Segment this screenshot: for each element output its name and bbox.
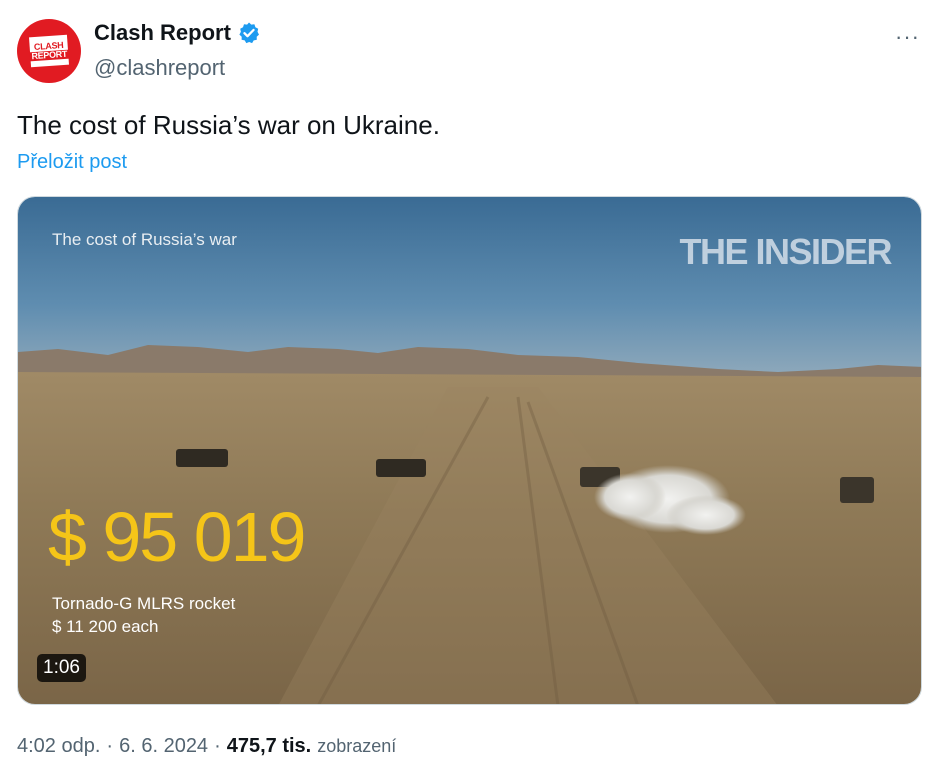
video-duration-badge: 1:06 xyxy=(37,654,86,682)
post-date[interactable]: 6. 6. 2024 xyxy=(119,735,208,758)
tweet: CLASH REPORT Clash Report @clashreport ·… xyxy=(0,0,942,778)
post-time[interactable]: 4:02 odp. xyxy=(17,735,100,758)
video-player[interactable]: The cost of Russia’s war THE INSIDER $ 9… xyxy=(17,196,922,705)
cost-value: $ 95 019 xyxy=(48,498,306,576)
avatar-text-bottom: REPORT xyxy=(29,48,70,62)
view-count[interactable]: 475,7 tis. xyxy=(227,735,312,758)
avatar[interactable]: CLASH REPORT xyxy=(17,19,81,83)
view-count-label: zobrazení xyxy=(317,736,397,756)
author-handle[interactable]: @clashreport xyxy=(94,55,225,81)
video-overlay-title: The cost of Russia’s war xyxy=(52,230,237,249)
meta-separator: · xyxy=(214,735,221,757)
more-options-icon[interactable]: ··· xyxy=(895,24,920,50)
tweet-meta: 4:02 odp. · 6. 6. 2024 · 475,7 tis. zobr… xyxy=(17,735,396,758)
tweet-text: The cost of Russia’s war on Ukraine. xyxy=(17,110,440,140)
author-display-name[interactable]: Clash Report xyxy=(94,20,231,46)
weapon-name: Tornado-G MLRS rocket xyxy=(52,594,236,613)
verified-badge-icon[interactable] xyxy=(237,21,261,45)
meta-separator: · xyxy=(106,735,114,757)
brand-watermark: THE INSIDER xyxy=(679,231,892,272)
avatar-logo: CLASH REPORT xyxy=(28,34,70,68)
translate-post-link[interactable]: Přeložit post xyxy=(17,151,127,174)
unit-price: $ 11 200 each xyxy=(52,617,159,636)
author-name-row: Clash Report xyxy=(94,20,261,46)
